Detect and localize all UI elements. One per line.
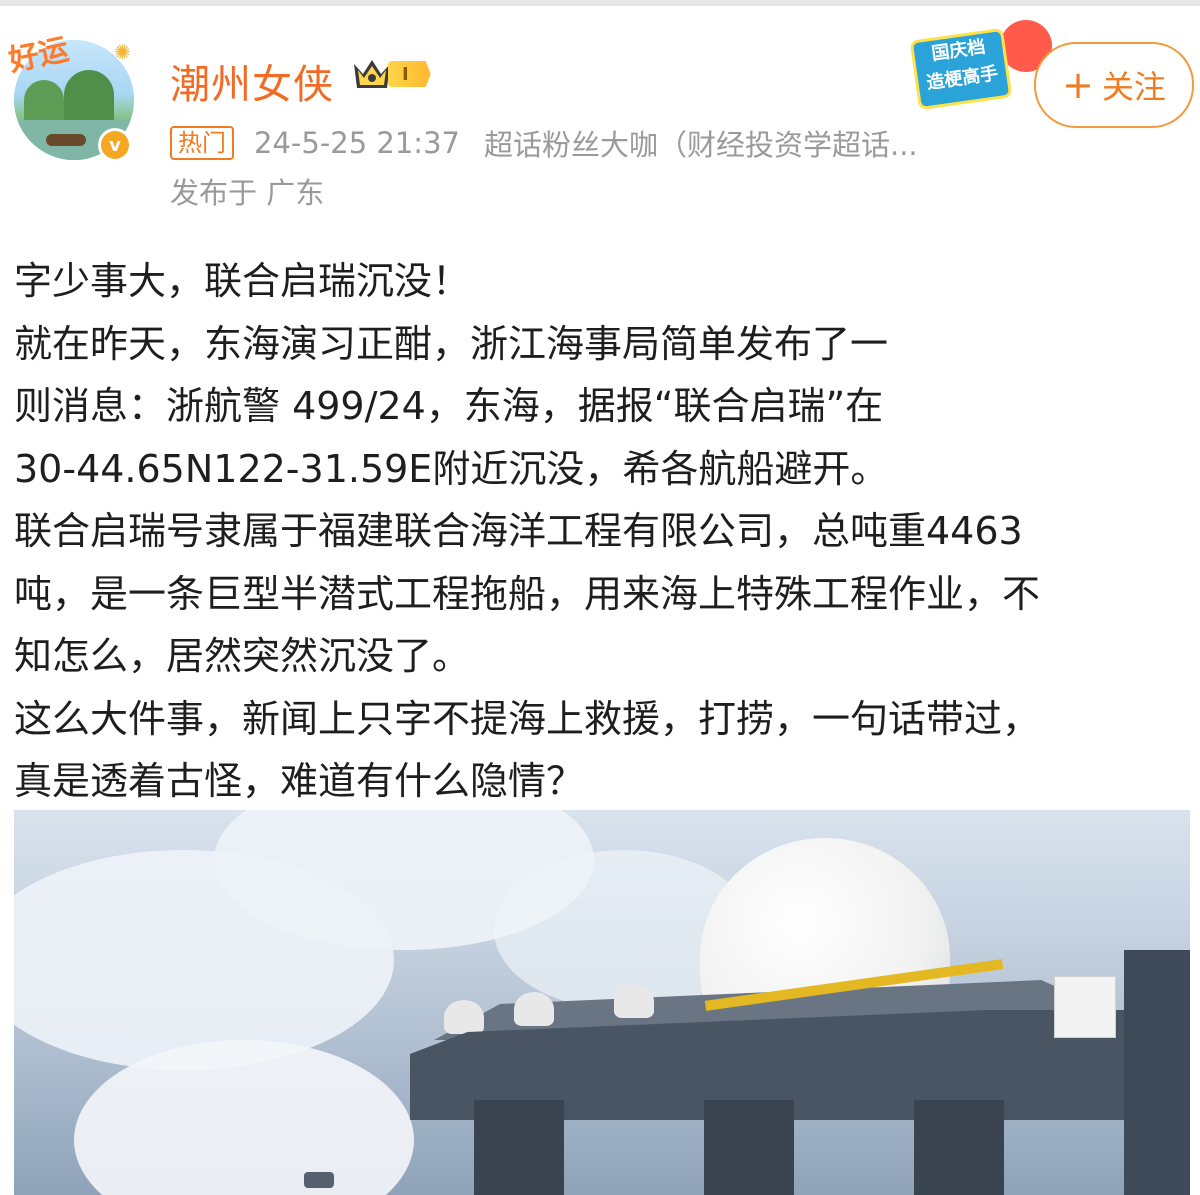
post-body: 字少事大，联合启瑞沉没！ 就在昨天，东海演习正酣，浙江海事局简单发布了一 则消息… <box>14 250 1194 813</box>
status-strip <box>0 0 1200 6</box>
image-artifact <box>1054 976 1116 1038</box>
body-line: 30-44.65N122-31.59E附近沉没，希各航船避开。 <box>14 446 889 491</box>
post-meta: 热门 24-5-25 21:37 超话粉丝大咖（财经投资学超话... <box>170 122 918 164</box>
body-line: 联合启瑞号隶属于福建联合海洋工程有限公司，总吨重4463 <box>14 509 1023 553</box>
level-tag: I <box>388 61 431 87</box>
hot-badge[interactable]: 热门 <box>170 126 234 160</box>
post-location: 发布于 广东 <box>170 176 325 210</box>
body-line: 吨，是一条巨型半潜式工程拖船，用来海上特殊工程作业，不 <box>14 571 1041 616</box>
body-line: 字少事大，联合启瑞沉没！ <box>14 259 471 303</box>
post-time: 24-5-25 21:37 <box>254 126 460 160</box>
verified-badge: v <box>98 128 132 162</box>
follow-button[interactable]: + 关注 <box>1034 42 1194 128</box>
supertopic-label[interactable]: 超话粉丝大咖（财经投资学超话... <box>484 122 918 164</box>
small-boat <box>304 1172 334 1188</box>
crown-icon <box>352 56 392 92</box>
username[interactable]: 潮州女侠 <box>170 52 334 110</box>
follow-label: 关注 <box>1101 68 1166 106</box>
body-line: 知怎么，居然突然沉没了。 <box>14 634 471 678</box>
vip-badge[interactable]: I <box>352 56 431 92</box>
sparkle-icon: ✺ <box>114 40 131 64</box>
festival-badge-text: 国庆档 造梗高手 <box>909 27 1013 111</box>
verified-icon: v <box>101 131 129 159</box>
body-line: 则消息：浙航警 499/24，东海，据报“联合启瑞”在 <box>14 384 884 428</box>
body-line: 真是透着古怪，难道有什么隐情？ <box>14 759 585 803</box>
plus-icon: + <box>1062 63 1094 107</box>
post-image[interactable] <box>14 810 1190 1195</box>
body-line: 就在昨天，东海演习正酣，浙江海事局简单发布了一 <box>14 321 889 366</box>
body-line: 这么大件事，新闻上只字不提海上救援，打捞，一句话带过， <box>14 696 1041 741</box>
